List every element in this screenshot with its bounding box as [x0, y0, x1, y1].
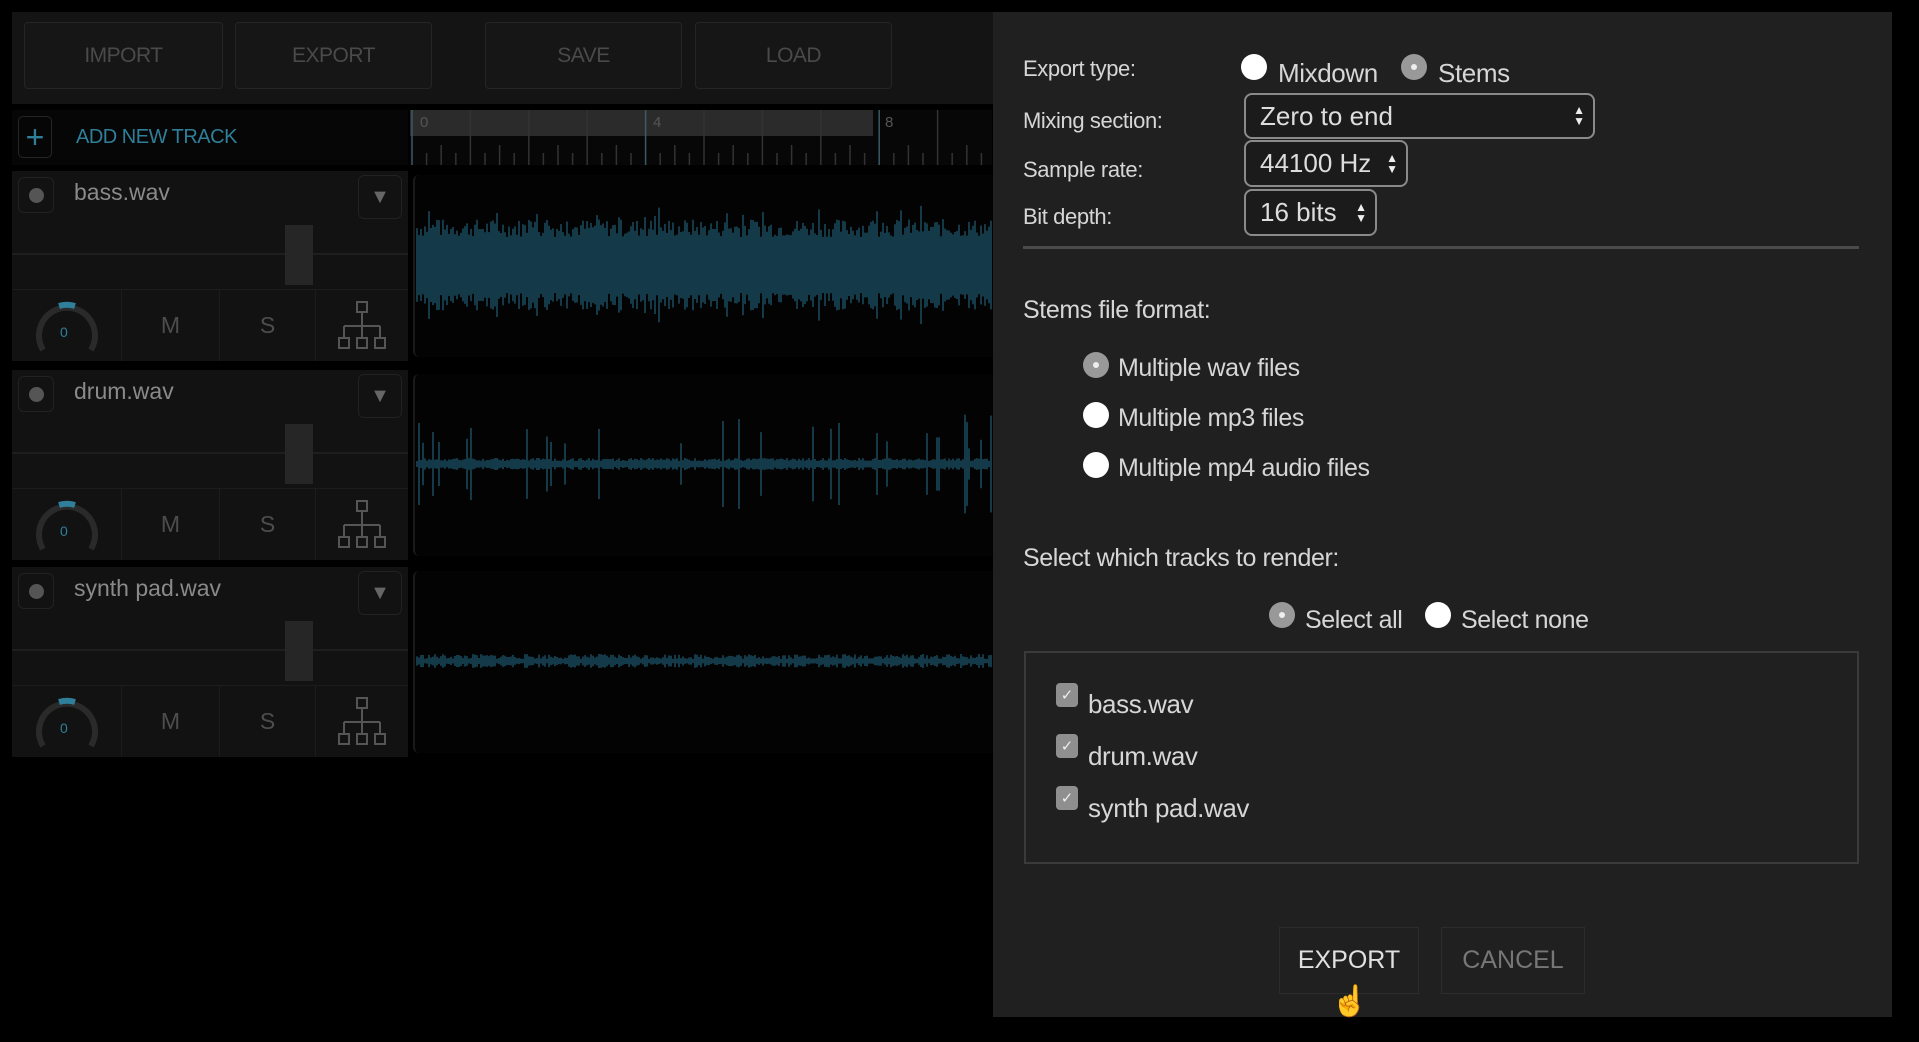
routing-button[interactable] [316, 289, 408, 361]
radio-select-none[interactable] [1425, 602, 1451, 628]
track-name: drum.wav [74, 378, 174, 404]
track-menu-chevron-icon[interactable]: ▼ [358, 571, 402, 615]
sample-rate-value: 44100 Hz [1260, 148, 1372, 178]
pan-knob[interactable]: 0 [12, 685, 122, 757]
radio-stems[interactable] [1401, 54, 1427, 80]
timeline-ruler[interactable]: 0 4 8 [410, 110, 992, 165]
select-arrows-icon: ▲ ▼ [1573, 103, 1585, 128]
track-header: drum.wav ▼ 0 M S [12, 370, 408, 560]
select-arrows-icon: ▲ ▼ [1386, 150, 1398, 176]
mixing-section-value: Zero to end [1260, 100, 1393, 131]
solo-button[interactable]: S [220, 488, 316, 560]
export-toolbar-button[interactable]: EXPORT [235, 22, 432, 89]
solo-button[interactable]: S [220, 289, 316, 361]
track-header: bass.wav ▼ 0 M S [12, 171, 408, 361]
add-new-track-label: ADD NEW TRACK [76, 126, 237, 148]
routing-tree-icon [338, 696, 386, 745]
record-arm-button[interactable] [18, 177, 54, 213]
bit-depth-select[interactable]: 16 bits ▲ ▼ [1244, 189, 1377, 236]
mp4-label: Multiple mp4 audio files [1118, 454, 1370, 482]
routing-tree-icon [338, 499, 386, 548]
track-header: synth pad.wav ▼ 0 M S [12, 567, 408, 757]
timeline-ticks [411, 110, 983, 165]
plus-icon: + [18, 116, 52, 158]
load-button[interactable]: LOAD [695, 22, 892, 89]
radio-mp4[interactable] [1083, 452, 1109, 478]
mp3-label: Multiple mp3 files [1118, 404, 1304, 432]
volume-slider-handle[interactable] [285, 225, 313, 285]
checkbox-drum[interactable]: ✓ [1056, 734, 1078, 758]
track-menu-chevron-icon[interactable]: ▼ [358, 175, 402, 219]
pan-value: 0 [60, 324, 68, 340]
routing-button[interactable] [316, 685, 408, 757]
mixing-section-select[interactable]: Zero to end ▲ ▼ [1244, 93, 1595, 139]
track-menu-chevron-icon[interactable]: ▼ [358, 374, 402, 418]
pan-value: 0 [60, 720, 68, 736]
track-name: synth pad.wav [74, 575, 222, 601]
radio-select-all[interactable] [1269, 602, 1295, 628]
hand-cursor-icon: ☝ [1331, 985, 1369, 1018]
track-lane[interactable] [413, 175, 993, 357]
routing-tree-icon [338, 300, 386, 349]
routing-button[interactable] [316, 488, 408, 560]
tracks-to-render-label: Select which tracks to render: [1023, 544, 1339, 572]
pan-value: 0 [60, 523, 68, 539]
track-name: bass.wav [74, 179, 170, 205]
radio-mp3[interactable] [1083, 402, 1109, 428]
check-label-bass: bass.wav [1088, 689, 1194, 719]
mute-button[interactable]: M [122, 488, 220, 560]
mute-button[interactable]: M [122, 685, 220, 757]
select-arrows-icon: ▲ ▼ [1355, 199, 1367, 225]
checkbox-synth-pad[interactable]: ✓ [1056, 786, 1078, 810]
mixdown-label: Mixdown [1278, 58, 1378, 88]
record-arm-button[interactable] [18, 573, 54, 609]
waveform [416, 654, 992, 668]
volume-slider-handle[interactable] [285, 621, 313, 681]
cancel-button[interactable]: CANCEL [1441, 927, 1585, 994]
solo-button[interactable]: S [220, 685, 316, 757]
waveform [416, 414, 992, 514]
stems-label: Stems [1438, 58, 1510, 88]
stems-format-label: Stems file format: [1023, 296, 1211, 324]
pan-knob[interactable]: 0 [12, 488, 122, 560]
wav-label: Multiple wav files [1118, 354, 1300, 382]
bit-depth-value: 16 bits [1260, 197, 1337, 227]
volume-slider-track[interactable] [12, 452, 408, 454]
check-label-drum: drum.wav [1088, 741, 1198, 771]
volume-slider-track[interactable] [12, 649, 408, 651]
sample-rate-label: Sample rate: [1023, 157, 1143, 182]
toolbar: IMPORT EXPORT SAVE LOAD [12, 12, 1012, 104]
add-new-track-button[interactable]: + ADD NEW TRACK [12, 110, 408, 165]
divider [1023, 246, 1859, 249]
save-button[interactable]: SAVE [485, 22, 682, 89]
export-type-label: Export type: [1023, 56, 1136, 81]
volume-slider-handle[interactable] [285, 424, 313, 484]
radio-wav[interactable] [1083, 352, 1109, 378]
check-label-synth-pad: synth pad.wav [1088, 793, 1250, 823]
bit-depth-label: Bit depth: [1023, 204, 1112, 229]
track-lane[interactable] [413, 571, 993, 753]
sample-rate-select[interactable]: 44100 Hz ▲ ▼ [1244, 140, 1408, 187]
select-none-label: Select none [1461, 606, 1589, 634]
checkbox-bass[interactable]: ✓ [1056, 683, 1078, 707]
pan-knob[interactable]: 0 [12, 289, 122, 361]
import-button[interactable]: IMPORT [24, 22, 223, 89]
select-all-label: Select all [1305, 606, 1403, 634]
record-arm-button[interactable] [18, 376, 54, 412]
mute-button[interactable]: M [122, 289, 220, 361]
export-dialog: Export type: Mixdown Stems Mixing sectio… [993, 12, 1892, 1018]
radio-mixdown[interactable] [1241, 54, 1267, 80]
track-checklist: ✓ bass.wav ✓ drum.wav ✓ synth pad.wav [1024, 651, 1859, 864]
mixing-section-label: Mixing section: [1023, 108, 1163, 133]
track-lane[interactable] [413, 374, 993, 556]
volume-slider-track[interactable] [12, 253, 408, 255]
waveform [416, 205, 992, 325]
